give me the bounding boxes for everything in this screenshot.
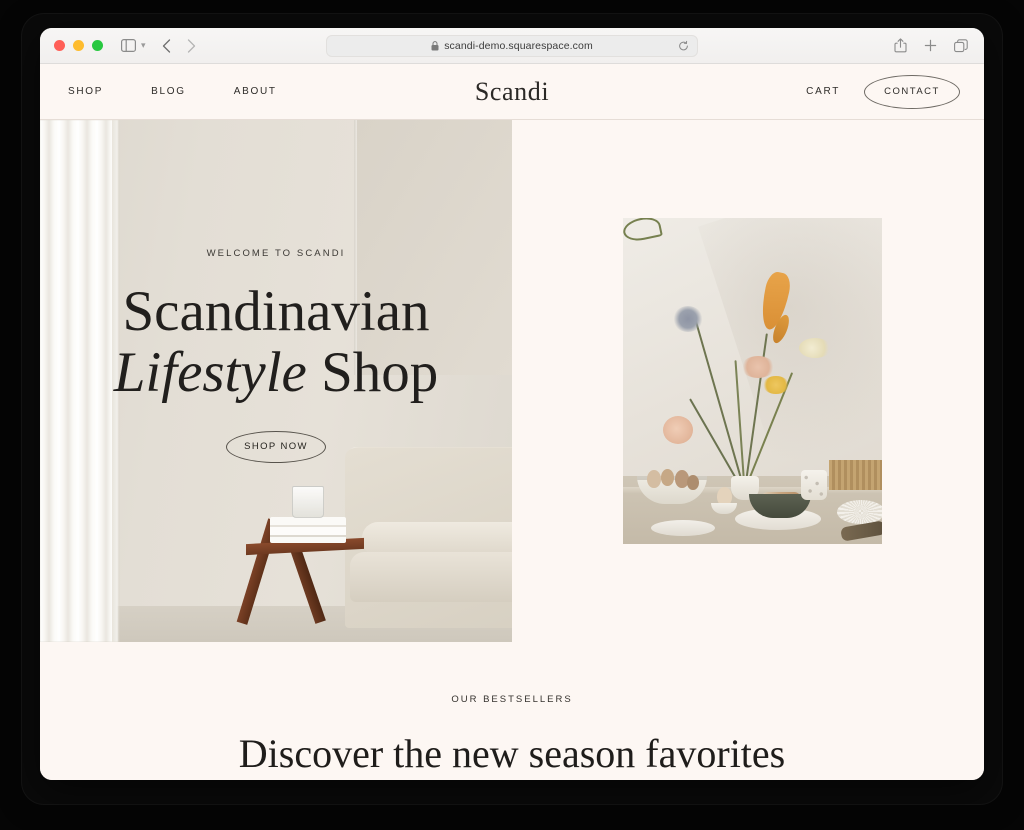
- fluted-plate: [837, 500, 882, 524]
- primary-nav: SHOP BLOG ABOUT: [68, 86, 277, 97]
- share-icon[interactable]: [894, 38, 907, 53]
- minimize-window-button[interactable]: [73, 40, 84, 51]
- screenshot-root: ▾ scandi-demo.squarespace.com SHOP BLOG …: [0, 0, 1024, 830]
- browser-toolbar: ▾ scandi-demo.squarespace.com: [40, 28, 984, 64]
- shop-now-button[interactable]: SHOP NOW: [226, 430, 326, 463]
- thistle-bloom: [673, 306, 703, 332]
- close-window-button[interactable]: [54, 40, 65, 51]
- yellow-bloom: [763, 376, 789, 394]
- hero-title-line-2: Lifestyle Shop: [114, 342, 439, 403]
- back-button[interactable]: [162, 38, 171, 53]
- sidebar-icon[interactable]: [121, 39, 136, 52]
- maximize-window-button[interactable]: [92, 40, 103, 51]
- forward-button[interactable]: [187, 38, 196, 53]
- hero-text-block: WELCOME TO SCANDI Scandinavian Lifestyle…: [40, 120, 512, 642]
- contact-button[interactable]: CONTACT: [864, 74, 960, 109]
- chevron-down-icon[interactable]: ▾: [141, 40, 146, 51]
- hero-title-rest: Shop: [306, 340, 439, 404]
- nav-item-shop[interactable]: SHOP: [68, 86, 103, 97]
- rose-bloom: [663, 416, 693, 444]
- hero-title-italic: Lifestyle: [113, 340, 307, 404]
- nav-item-about[interactable]: ABOUT: [234, 86, 277, 97]
- mug-speckles: [801, 470, 827, 500]
- hero-title: Scandinavian Lifestyle Shop: [114, 281, 439, 403]
- address-bar[interactable]: scandi-demo.squarespace.com: [326, 34, 698, 57]
- bestsellers-eyebrow: OUR BESTSELLERS: [451, 694, 573, 705]
- toolbar-right-actions: [894, 38, 968, 53]
- hero-eyebrow: WELCOME TO SCANDI: [206, 248, 346, 259]
- header-right-actions: CART CONTACT: [806, 74, 960, 109]
- bestsellers-section: OUR BESTSELLERS Discover the new season …: [40, 694, 984, 777]
- tab-overview-icon[interactable]: [954, 38, 968, 53]
- egg: [687, 475, 699, 490]
- egg: [647, 470, 661, 488]
- browser-window: ▾ scandi-demo.squarespace.com SHOP BLOG …: [40, 28, 984, 780]
- peach-bloom: [741, 356, 775, 378]
- window-controls: [54, 40, 103, 51]
- small-plate: [651, 520, 715, 536]
- cart-link[interactable]: CART: [806, 86, 840, 97]
- bestsellers-heading: Discover the new season favorites: [238, 731, 786, 776]
- site-header: SHOP BLOG ABOUT Scandi CART CONTACT: [40, 64, 984, 120]
- site-logo[interactable]: Scandi: [475, 77, 549, 107]
- new-tab-icon[interactable]: [924, 39, 937, 52]
- rattan-chair-back: [829, 460, 882, 490]
- egg: [661, 469, 674, 486]
- nav-item-blog[interactable]: BLOG: [151, 86, 186, 97]
- feature-image: [623, 218, 882, 544]
- lock-icon: [431, 40, 439, 51]
- reload-icon[interactable]: [678, 40, 689, 51]
- url-text: scandi-demo.squarespace.com: [444, 39, 593, 52]
- page-body: WELCOME TO SCANDI Scandinavian Lifestyle…: [40, 120, 984, 780]
- hero-title-line-1: Scandinavian: [122, 280, 430, 343]
- cream-daisy-bloom: [799, 338, 831, 358]
